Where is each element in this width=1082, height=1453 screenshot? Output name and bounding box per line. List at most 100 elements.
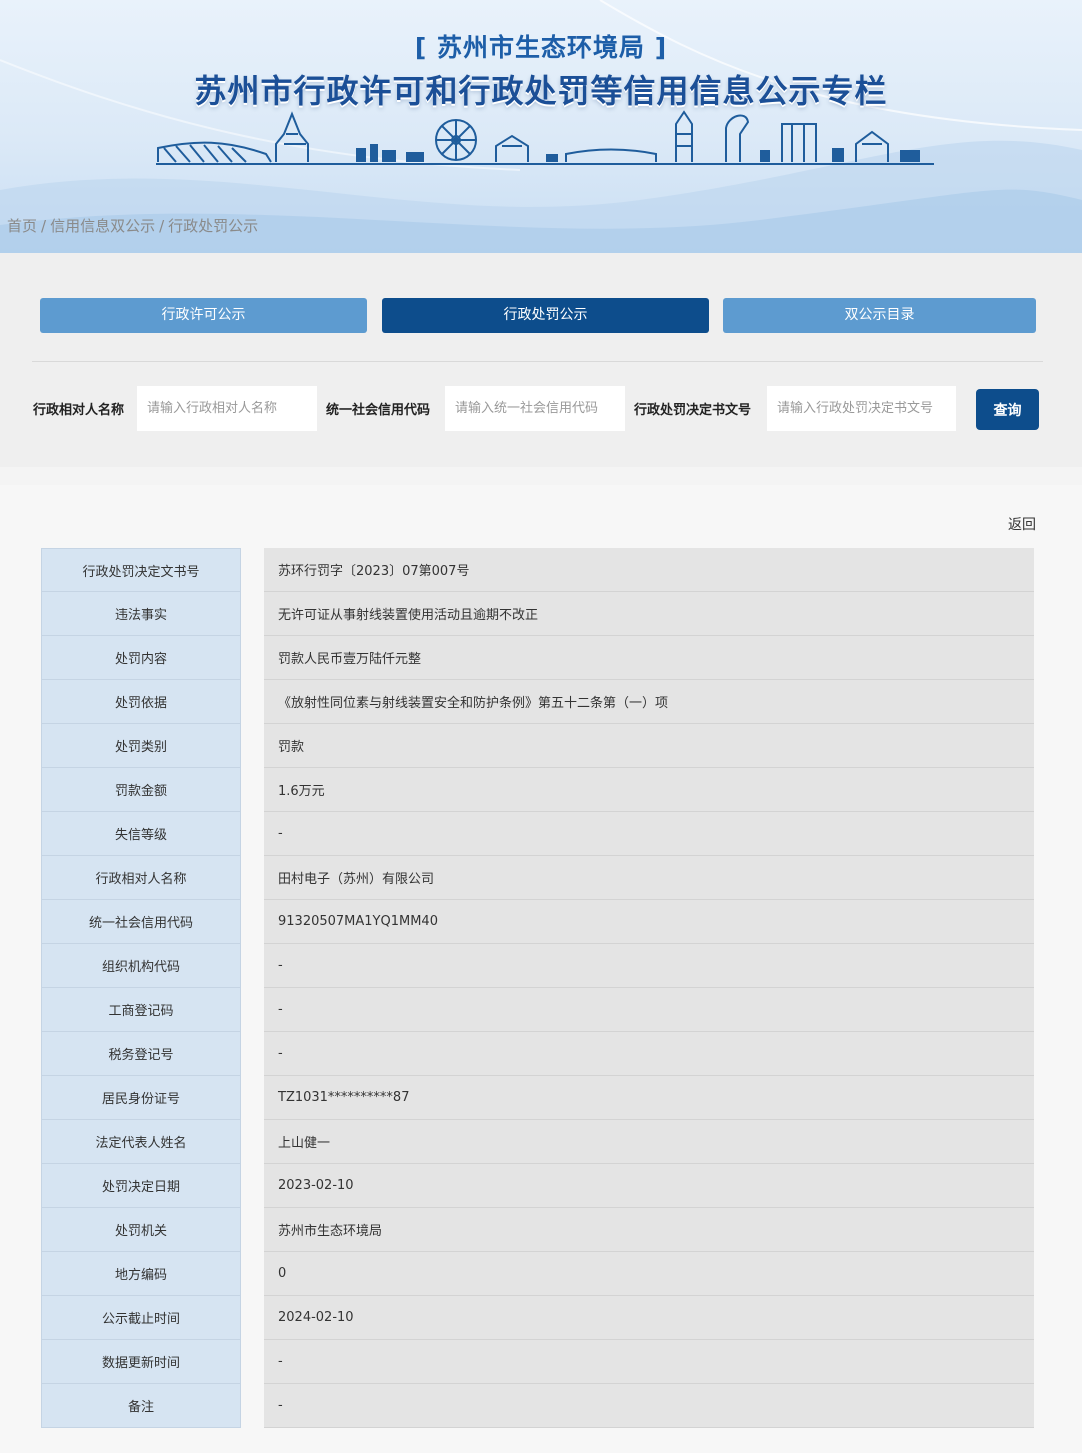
table-row: 数据更新时间 - — [41, 1340, 1034, 1384]
field-value: - — [264, 1384, 1034, 1428]
cell-gap — [241, 900, 264, 944]
field-label: 罚款金额 — [41, 768, 241, 812]
cell-gap — [241, 1384, 264, 1428]
field-value: - — [264, 1032, 1034, 1076]
city-skyline-icon — [156, 110, 934, 165]
cell-gap — [241, 1032, 264, 1076]
cell-gap — [241, 1164, 264, 1208]
table-row: 失信等级 - — [41, 812, 1034, 856]
search-button[interactable]: 查询 — [976, 389, 1039, 430]
tab-double-publicity-catalog[interactable]: 双公示目录 — [723, 298, 1036, 333]
table-row: 处罚依据 《放射性同位素与射线装置安全和防护条例》第五十二条第（一）项 — [41, 680, 1034, 724]
table-row: 居民身份证号 TZ1031**********87 — [41, 1076, 1034, 1120]
table-row: 行政相对人名称 田村电子（苏州）有限公司 — [41, 856, 1034, 900]
field-label: 工商登记码 — [41, 988, 241, 1032]
cell-gap — [241, 768, 264, 812]
field-value: 91320507MA1YQ1MM40 — [264, 900, 1034, 944]
breadcrumb-credit-link[interactable]: 信用信息双公示 — [50, 217, 155, 235]
field-label: 居民身份证号 — [41, 1076, 241, 1120]
table-row: 地方编码 0 — [41, 1252, 1034, 1296]
breadcrumb-home-link[interactable]: 首页 — [7, 217, 37, 235]
cell-gap — [241, 1076, 264, 1120]
field-value: - — [264, 988, 1034, 1032]
field-label: 处罚决定日期 — [41, 1164, 241, 1208]
field-value: 罚款人民币壹万陆仟元整 — [264, 636, 1034, 680]
cell-gap — [241, 548, 264, 592]
field-value: 苏环行罚字〔2023〕07第007号 — [264, 548, 1034, 592]
field-value: - — [264, 944, 1034, 988]
cell-gap — [241, 944, 264, 988]
field-label: 处罚依据 — [41, 680, 241, 724]
back-link[interactable]: 返回 — [1008, 514, 1036, 534]
cell-gap — [241, 1296, 264, 1340]
department-title: [ 苏州市生态环境局 ] — [414, 33, 668, 62]
field-value: 2024-02-10 — [264, 1296, 1034, 1340]
header-banner: [ 苏州市生态环境局 ] 苏州市行政许可和行政处罚等信用信息公示专栏 首页 / … — [0, 0, 1082, 253]
cell-gap — [241, 1340, 264, 1384]
credit-code-input[interactable] — [445, 386, 625, 431]
field-value: 罚款 — [264, 724, 1034, 768]
cell-gap — [241, 1208, 264, 1252]
table-row: 行政处罚决定文书号 苏环行罚字〔2023〕07第007号 — [41, 548, 1034, 592]
credit-code-filter-label: 统一社会信用代码 — [326, 403, 431, 418]
field-value: - — [264, 1340, 1034, 1384]
table-row: 工商登记码 - — [41, 988, 1034, 1032]
field-label: 统一社会信用代码 — [41, 900, 241, 944]
decision-doc-input[interactable] — [767, 386, 956, 431]
field-label: 处罚内容 — [41, 636, 241, 680]
cell-gap — [241, 1120, 264, 1164]
cell-gap — [241, 724, 264, 768]
name-filter-label: 行政相对人名称 — [33, 403, 125, 418]
field-label: 行政相对人名称 — [41, 856, 241, 900]
cell-gap — [241, 812, 264, 856]
cell-gap — [241, 988, 264, 1032]
field-value: 苏州市生态环境局 — [264, 1208, 1034, 1252]
field-label: 处罚机关 — [41, 1208, 241, 1252]
field-label: 失信等级 — [41, 812, 241, 856]
cell-gap — [241, 680, 264, 724]
cell-gap — [241, 856, 264, 900]
table-row: 处罚内容 罚款人民币壹万陆仟元整 — [41, 636, 1034, 680]
field-label: 数据更新时间 — [41, 1340, 241, 1384]
field-label: 法定代表人姓名 — [41, 1120, 241, 1164]
field-value: 2023-02-10 — [264, 1164, 1034, 1208]
field-value: - — [264, 812, 1034, 856]
table-row: 统一社会信用代码 91320507MA1YQ1MM40 — [41, 900, 1034, 944]
breadcrumb-current[interactable]: 行政处罚公示 — [168, 217, 258, 235]
table-row: 处罚决定日期 2023-02-10 — [41, 1164, 1034, 1208]
detail-table: 行政处罚决定文书号 苏环行罚字〔2023〕07第007号 违法事实 无许可证从事射线装… — [41, 548, 1034, 1428]
field-value: 0 — [264, 1252, 1034, 1296]
table-row: 法定代表人姓名 上山健一 — [41, 1120, 1034, 1164]
decision-doc-filter-label: 行政处罚决定书文号 — [634, 403, 752, 418]
cell-gap — [241, 1252, 264, 1296]
table-row: 公示截止时间 2024-02-10 — [41, 1296, 1034, 1340]
search-panel: 行政许可公示 行政处罚公示 双公示目录 行政相对人名称 统一社会信用代码 行政处… — [0, 253, 1082, 467]
field-value: 无许可证从事射线装置使用活动且逾期不改正 — [264, 592, 1034, 636]
field-label: 组织机构代码 — [41, 944, 241, 988]
field-value: 上山健一 — [264, 1120, 1034, 1164]
detail-content: 返回 行政处罚决定文书号 苏环行罚字〔2023〕07第007号 违法事实 无许可证从事… — [0, 485, 1082, 1453]
field-value: 田村电子（苏州）有限公司 — [264, 856, 1034, 900]
field-value: 1.6万元 — [264, 768, 1034, 812]
breadcrumb: 首页 / 信用信息双公示 / 行政处罚公示 — [7, 217, 259, 235]
cell-gap — [241, 636, 264, 680]
table-row: 罚款金额 1.6万元 — [41, 768, 1034, 812]
field-label: 违法事实 — [41, 592, 241, 636]
table-row: 组织机构代码 - — [41, 944, 1034, 988]
field-label: 备注 — [41, 1384, 241, 1428]
table-row: 备注 - — [41, 1384, 1034, 1428]
table-row: 违法事实 无许可证从事射线装置使用活动且逾期不改正 — [41, 592, 1034, 636]
field-label: 地方编码 — [41, 1252, 241, 1296]
table-row: 处罚机关 苏州市生态环境局 — [41, 1208, 1034, 1252]
field-label: 处罚类别 — [41, 724, 241, 768]
field-label: 公示截止时间 — [41, 1296, 241, 1340]
cell-gap — [241, 592, 264, 636]
name-input[interactable] — [137, 386, 317, 431]
field-value: TZ1031**********87 — [264, 1076, 1034, 1120]
field-label: 税务登记号 — [41, 1032, 241, 1076]
field-value: 《放射性同位素与射线装置安全和防护条例》第五十二条第（一）项 — [264, 680, 1034, 724]
table-row: 税务登记号 - — [41, 1032, 1034, 1076]
tab-license-publicity[interactable]: 行政许可公示 — [40, 298, 367, 333]
panel-divider — [32, 361, 1043, 362]
tab-penalty-publicity[interactable]: 行政处罚公示 — [382, 298, 709, 333]
